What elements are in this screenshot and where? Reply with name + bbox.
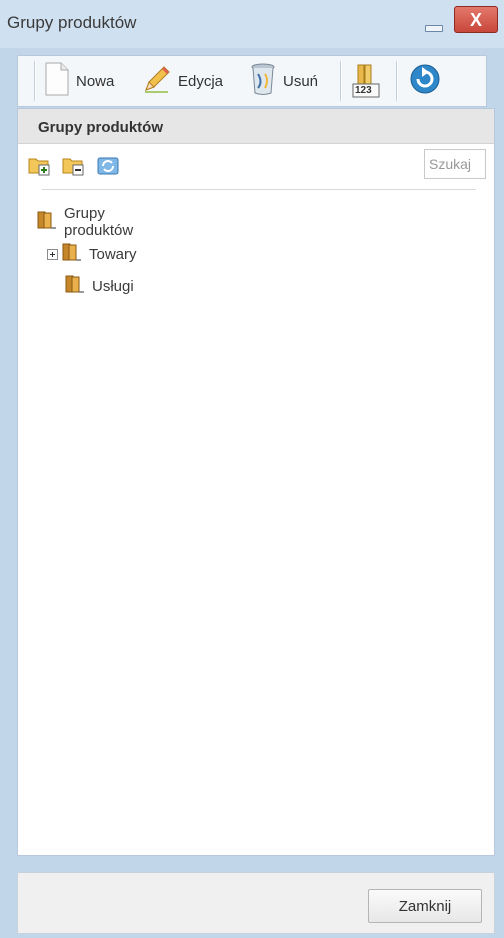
new-button[interactable]: Nowa bbox=[44, 62, 115, 100]
numbering-button[interactable]: 123 bbox=[350, 63, 382, 99]
window-title: Grupy produktów bbox=[7, 13, 137, 32]
panel-header: Grupy produktów bbox=[18, 109, 494, 144]
add-folder-icon[interactable] bbox=[28, 155, 52, 182]
toolbar-separator bbox=[396, 61, 398, 101]
tree-node-towary[interactable]: Towary bbox=[47, 243, 137, 265]
tree-node-root[interactable]: Grupy produktów bbox=[36, 205, 133, 239]
numbering-icon-text: 123 bbox=[355, 85, 372, 96]
tree-node-uslugi[interactable]: Usługi bbox=[64, 275, 134, 297]
toolbar: Nowa Edycja Usuń 123 bbox=[17, 55, 487, 107]
toolbar-separator bbox=[340, 61, 342, 101]
delete-button-label: Usuń bbox=[283, 72, 319, 90]
refresh-button[interactable] bbox=[408, 63, 442, 99]
folder-icon bbox=[64, 274, 86, 298]
edit-button-label: Edycja bbox=[178, 72, 224, 90]
panel-tools bbox=[28, 155, 168, 177]
tree-node-uslugi-label: Usługi bbox=[92, 277, 134, 295]
remove-folder-icon[interactable] bbox=[62, 155, 86, 182]
expand-plus-icon[interactable] bbox=[47, 248, 58, 260]
search-input[interactable] bbox=[424, 149, 486, 179]
new-button-label: Nowa bbox=[76, 72, 115, 90]
refresh-icon bbox=[408, 62, 442, 100]
product-groups-panel: Grupy produktów Szukaj Grupy produktów T… bbox=[17, 108, 495, 856]
dialog-window: Grupy produktów X Nowa Edycja Usuń 123 G… bbox=[0, 0, 504, 938]
toolbar-separator bbox=[34, 61, 36, 101]
minimize-button[interactable] bbox=[420, 16, 446, 34]
edit-button[interactable]: Edycja bbox=[142, 63, 223, 99]
refresh-tree-icon[interactable] bbox=[96, 155, 120, 182]
tree-node-root-label: Grupy produktów bbox=[64, 205, 134, 239]
panel-title: Grupy produktów bbox=[38, 119, 163, 136]
close-button[interactable]: Zamknij bbox=[368, 889, 482, 923]
folder-icon bbox=[61, 242, 83, 266]
title-bar[interactable]: Grupy produktów X bbox=[0, 0, 504, 48]
trash-bin-icon bbox=[249, 62, 277, 100]
numbering-icon: 123 bbox=[350, 64, 382, 98]
dialog-footer: Zamknij bbox=[17, 872, 495, 934]
pencil-icon bbox=[142, 64, 172, 98]
close-window-button[interactable]: X bbox=[454, 6, 498, 33]
divider bbox=[42, 189, 476, 190]
delete-button[interactable]: Usuń bbox=[249, 63, 318, 99]
folder-icon bbox=[36, 210, 58, 234]
new-document-icon bbox=[44, 62, 70, 100]
tree-node-towary-label: Towary bbox=[89, 245, 137, 263]
